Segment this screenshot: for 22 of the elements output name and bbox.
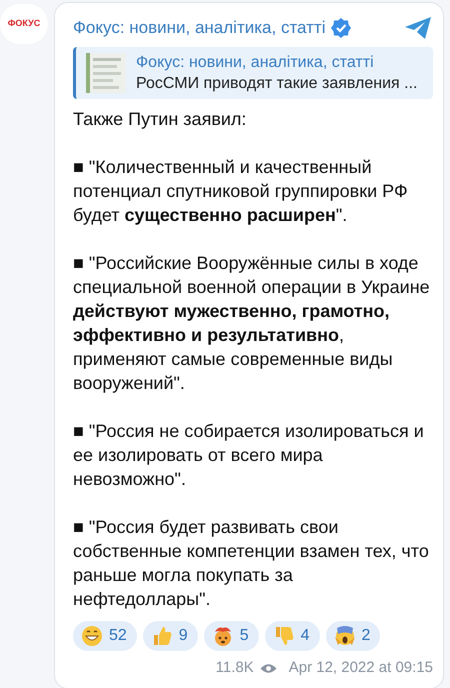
thumbnail-icon bbox=[86, 53, 126, 93]
message-paragraph: ■ "Россия будет развивать свои собственные компетенции взамен тех, что раньше могла покупать за нефтедоллары". bbox=[73, 516, 430, 611]
message-paragraph: Также Путин заявил: bbox=[73, 108, 248, 131]
reply-quote[interactable]: Фокус: новини, аналітика, статті РосСМИ приводят такие заявления ... bbox=[73, 47, 433, 99]
post-date: Apr 12, 2022 at 09:15 bbox=[288, 658, 433, 678]
message-paragraph: ■ "Российские Вооружённые силы в ходе специальной военной операции в Украине действуют мужественно, грамотно, эффективно и результативно, применяют самые современные виды вооружений". bbox=[73, 252, 431, 395]
send-icon[interactable] bbox=[403, 15, 433, 41]
channel-avatar[interactable]: ФОКУС bbox=[0, 4, 48, 44]
reply-title: Фокус: новини, аналітика, статті bbox=[136, 53, 375, 73]
reaction-button[interactable]: 9 bbox=[142, 621, 198, 651]
channel-name[interactable]: Фокус: новини, аналітика, статті bbox=[73, 15, 326, 41]
grinning-face-icon bbox=[81, 625, 103, 647]
message-paragraph: ■ "Россия не собирается изолироваться и ее изолировать от всего мира невозможно". bbox=[73, 420, 425, 491]
reaction-button[interactable]: 2 bbox=[326, 621, 380, 651]
reaction-button[interactable]: 5 bbox=[204, 621, 259, 651]
eye-icon bbox=[260, 662, 277, 674]
reply-text: РосСМИ приводят такие заявления ... bbox=[136, 74, 418, 94]
reaction-button[interactable]: 4 bbox=[264, 621, 320, 651]
view-count: 11.8K bbox=[216, 658, 254, 678]
message-paragraph: ■ "Количественный и качественный потенциал спутниковой группировки РФ будет существенно расширен". bbox=[73, 156, 409, 227]
reaction-button[interactable]: 52 bbox=[73, 621, 137, 651]
screaming-face-icon bbox=[334, 625, 356, 647]
